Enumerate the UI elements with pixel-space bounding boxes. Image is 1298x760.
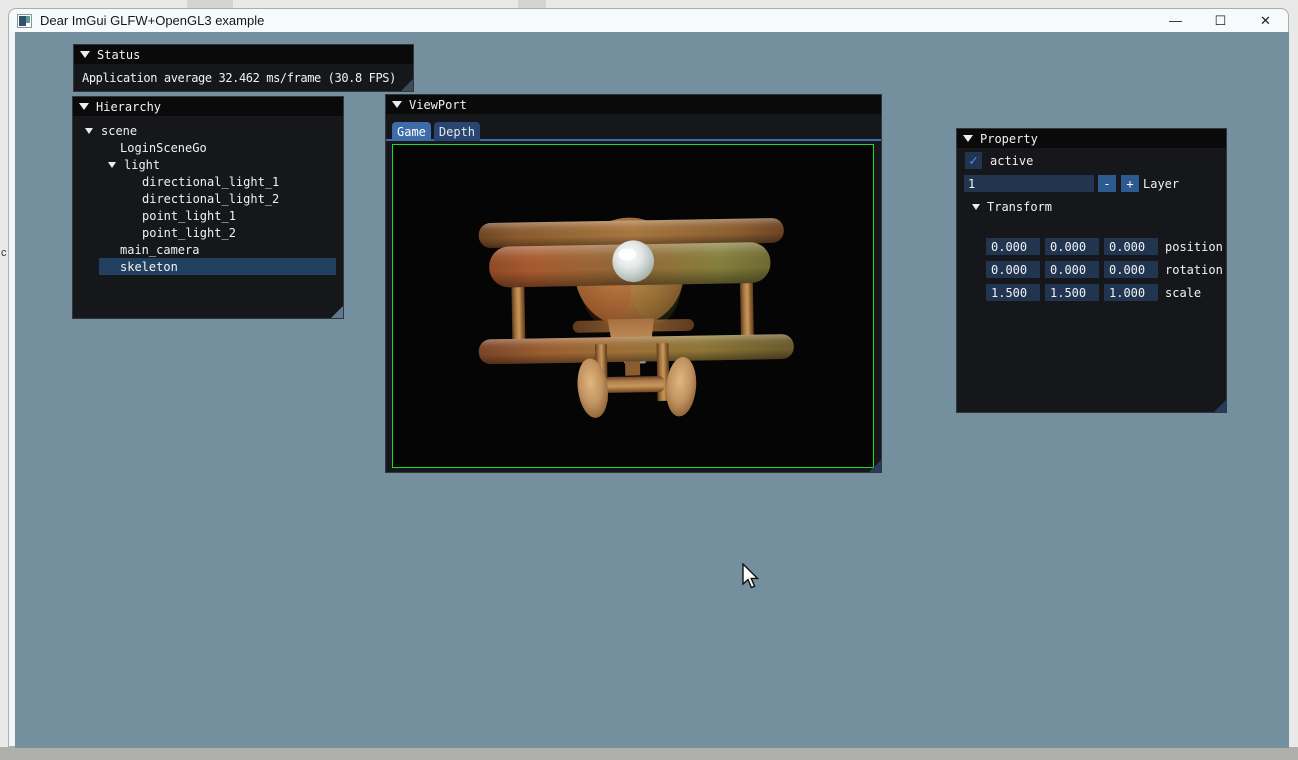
tree-item-point-light-1[interactable]: point_light_1 <box>73 207 343 224</box>
rotation-y-field[interactable]: 0.000 <box>1045 261 1099 278</box>
resize-grip[interactable] <box>1214 400 1226 412</box>
position-z-field[interactable]: 0.000 <box>1104 238 1158 255</box>
gl-render-area: Status Application average 32.462 ms/fra… <box>15 32 1289 748</box>
tree-expand-arrow-icon[interactable] <box>85 127 93 134</box>
tree-item-scene[interactable]: scene <box>73 122 343 139</box>
position-label: position <box>1165 240 1223 254</box>
collapse-arrow-icon[interactable] <box>80 51 90 58</box>
toy-biplane-render <box>478 217 794 418</box>
layer-input[interactable] <box>964 175 1094 192</box>
screen: c Dear ImGui GLFW+OpenGL3 example — ☐ ✕ … <box>0 0 1298 760</box>
tree-item-directional-light-2[interactable]: directional_light_2 <box>73 190 343 207</box>
tree-expand-arrow-icon[interactable] <box>108 161 116 168</box>
app-icon <box>17 13 32 28</box>
status-message: Application average 32.462 ms/frame (30.… <box>82 71 396 85</box>
position-y-field[interactable]: 0.000 <box>1045 238 1099 255</box>
close-button[interactable]: ✕ <box>1243 9 1288 32</box>
status-panel-titlebar[interactable]: Status <box>74 45 413 64</box>
tree-item-directional-light-1[interactable]: directional_light_1 <box>73 173 343 190</box>
tree-item-skeleton[interactable]: skeleton <box>99 258 336 275</box>
hierarchy-panel: Hierarchy scene LoginSceneGo light direc… <box>72 96 344 319</box>
resize-grip[interactable] <box>869 460 881 472</box>
resize-grip[interactable] <box>401 79 413 91</box>
collapse-arrow-icon[interactable] <box>963 135 973 142</box>
active-checkbox-label: active <box>990 154 1034 168</box>
rotation-x-field[interactable]: 0.000 <box>986 261 1040 278</box>
minimize-button[interactable]: — <box>1153 9 1198 32</box>
scale-y-field[interactable]: 1.500 <box>1045 284 1099 301</box>
status-panel-title: Status <box>97 47 141 62</box>
viewport-panel-titlebar[interactable]: ViewPort <box>386 95 881 114</box>
tree-item-loginscenego[interactable]: LoginSceneGo <box>73 139 343 156</box>
collapse-arrow-icon[interactable] <box>392 101 402 108</box>
mouse-cursor-icon <box>742 563 760 589</box>
layer-increment-button[interactable]: + <box>1121 175 1139 192</box>
window-title: Dear ImGui GLFW+OpenGL3 example <box>40 13 265 28</box>
tab-depth[interactable]: Depth <box>433 122 481 141</box>
transform-header[interactable]: Transform <box>972 200 1052 214</box>
app-window: Dear ImGui GLFW+OpenGL3 example — ☐ ✕ St… <box>8 8 1289 748</box>
position-x-field[interactable]: 0.000 <box>986 238 1040 255</box>
viewport-tabbar: Game Depth <box>386 114 881 141</box>
layer-decrement-button[interactable]: - <box>1098 175 1116 192</box>
property-panel-title: Property <box>980 131 1038 146</box>
scale-z-field[interactable]: 1.000 <box>1104 284 1158 301</box>
status-panel: Status Application average 32.462 ms/fra… <box>73 44 414 92</box>
viewport-render-image <box>392 144 874 468</box>
layer-label: Layer <box>1143 177 1180 191</box>
tree-item-light[interactable]: light <box>73 156 343 173</box>
rotation-label: rotation <box>1165 263 1223 277</box>
scale-x-field[interactable]: 1.500 <box>986 284 1040 301</box>
scene-tree: scene LoginSceneGo light directional_lig… <box>73 116 343 275</box>
scale-label: scale <box>1165 286 1202 300</box>
window-bottom-frame <box>0 747 1298 760</box>
hierarchy-panel-titlebar[interactable]: Hierarchy <box>73 97 343 116</box>
property-panel: Property ✓ active - + Layer Transform <box>956 128 1227 413</box>
hierarchy-panel-title: Hierarchy <box>96 99 162 114</box>
viewport-panel: ViewPort Game Depth <box>385 94 882 473</box>
check-icon: ✓ <box>969 152 978 169</box>
viewport-panel-title: ViewPort <box>409 97 467 112</box>
tab-game[interactable]: Game <box>392 122 431 141</box>
resize-grip[interactable] <box>331 306 343 318</box>
collapse-arrow-icon[interactable] <box>79 103 89 110</box>
active-checkbox[interactable]: ✓ <box>965 152 982 169</box>
maximize-button[interactable]: ☐ <box>1198 9 1243 32</box>
property-panel-titlebar[interactable]: Property <box>957 129 1226 148</box>
tree-item-point-light-2[interactable]: point_light_2 <box>73 224 343 241</box>
tree-expand-arrow-icon[interactable] <box>972 204 980 210</box>
desktop-artifact-text: c <box>1 247 7 259</box>
os-titlebar[interactable]: Dear ImGui GLFW+OpenGL3 example — ☐ ✕ <box>9 9 1288 32</box>
tree-item-main-camera[interactable]: main_camera <box>73 241 343 258</box>
rotation-z-field[interactable]: 0.000 <box>1104 261 1158 278</box>
